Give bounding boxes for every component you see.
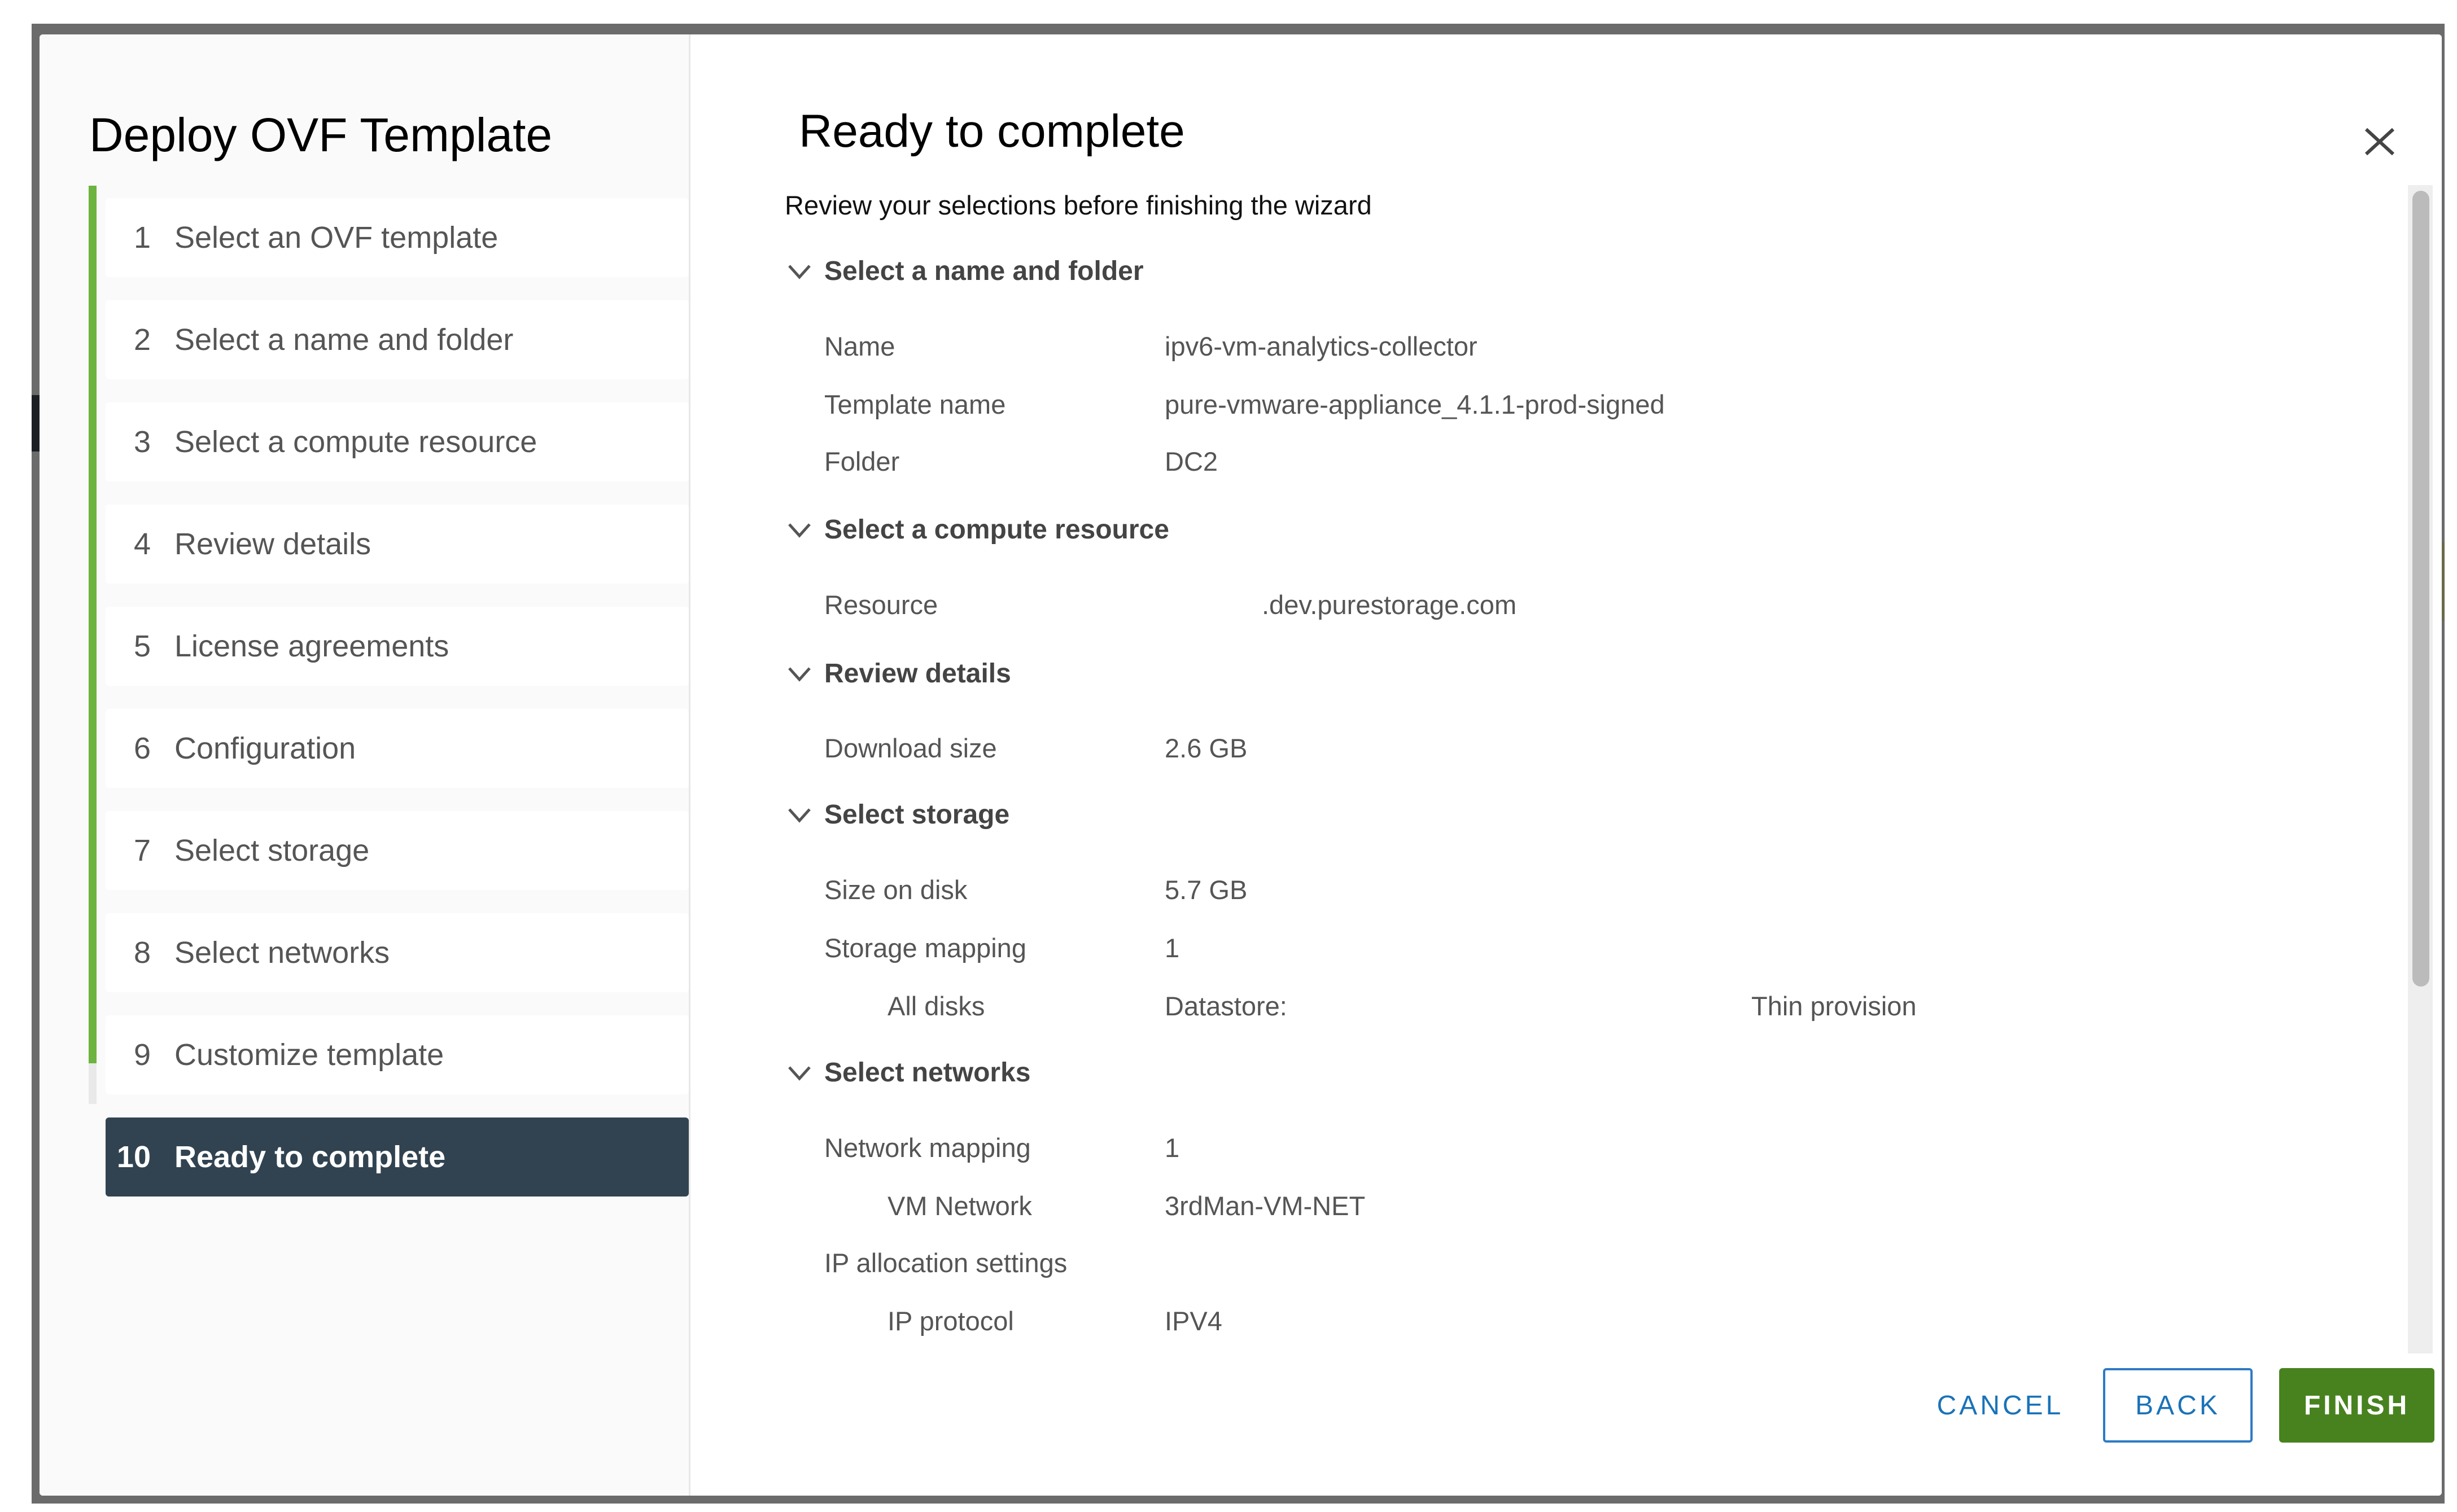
deploy-ovf-dialog: Deploy OVF Template 1 Select an OVF temp… xyxy=(40,34,2442,1496)
row-label: Storage mapping xyxy=(824,933,1026,963)
row-label: Resource xyxy=(824,590,938,620)
step-number: 5 xyxy=(133,629,151,663)
wizard-step-10[interactable]: 10 Ready to complete xyxy=(106,1117,689,1197)
section-title: Select a compute resource xyxy=(824,515,1169,545)
scrollbar[interactable] xyxy=(2408,185,2433,1353)
step-label: License agreements xyxy=(174,629,449,663)
wizard-step-2[interactable]: 2 Select a name and folder xyxy=(106,300,689,379)
step-number: 9 xyxy=(133,1038,151,1072)
section-compute-resource[interactable]: Select a compute resource xyxy=(785,514,1169,545)
row-value: ipv6-vm-analytics-collector xyxy=(1165,331,1477,361)
section-title: Select a name and folder xyxy=(824,256,1144,286)
close-icon xyxy=(2364,128,2395,156)
row-value: Datastore: xyxy=(1165,991,1287,1021)
row-label: Template name xyxy=(824,389,1006,419)
row-label: Size on disk xyxy=(824,875,968,905)
cancel-button[interactable]: CANCEL xyxy=(1927,1368,2074,1443)
wizard-step-4[interactable]: 4 Review details xyxy=(106,505,689,584)
section-select-storage[interactable]: Select storage xyxy=(785,799,1009,830)
step-label: Configuration xyxy=(174,731,356,765)
row-label: IP protocol xyxy=(888,1306,1014,1336)
wizard-step-8[interactable]: 8 Select networks xyxy=(106,913,689,992)
row-value: 1 xyxy=(1165,933,1180,963)
section-title: Select storage xyxy=(824,800,1010,830)
close-button[interactable] xyxy=(2363,125,2397,159)
section-title: Select networks xyxy=(824,1058,1031,1088)
wizard-content-panel: Ready to complete Review your selections… xyxy=(690,34,2442,1496)
wizard-steps-panel: Deploy OVF Template 1 Select an OVF temp… xyxy=(40,34,690,1496)
row-label: All disks xyxy=(888,991,985,1021)
row-value: .dev.purestorage.com xyxy=(1262,590,1517,620)
step-number: 6 xyxy=(133,731,151,765)
page-title: Ready to complete xyxy=(799,106,1185,157)
row-label: IP allocation settings xyxy=(824,1248,1068,1278)
section-title: Review details xyxy=(824,659,1011,689)
row-value: pure-vmware-appliance_4.1.1-prod-signed xyxy=(1165,389,1665,419)
row-label: Network mapping xyxy=(824,1133,1031,1163)
wizard-step-5[interactable]: 5 License agreements xyxy=(106,607,689,686)
step-number: 3 xyxy=(133,425,151,459)
wizard-step-9[interactable]: 9 Customize template xyxy=(106,1015,689,1094)
row-value: 1 xyxy=(1165,1133,1180,1163)
step-number: 2 xyxy=(133,323,151,357)
row-value: DC2 xyxy=(1165,446,1218,476)
finish-button[interactable]: FINISH xyxy=(2279,1368,2434,1443)
step-label: Review details xyxy=(174,527,371,561)
row-value: 3rdMan-VM-NET xyxy=(1165,1191,1366,1221)
wizard-step-7[interactable]: 7 Select storage xyxy=(106,811,689,890)
page-subtitle: Review your selections before finishing … xyxy=(785,190,1372,220)
step-label: Ready to complete xyxy=(174,1140,446,1174)
section-select-networks[interactable]: Select networks xyxy=(785,1057,1030,1088)
chevron-down-icon xyxy=(788,523,811,538)
row-label: Download size xyxy=(824,733,997,763)
step-label: Select a name and folder xyxy=(174,323,514,357)
wizard-title: Deploy OVF Template xyxy=(89,108,553,161)
step-label: Select networks xyxy=(174,936,390,970)
step-label: Select storage xyxy=(174,834,370,867)
wizard-step-6[interactable]: 6 Configuration xyxy=(106,709,689,788)
chevron-down-icon xyxy=(788,667,811,682)
progress-rail-completed xyxy=(89,186,97,1063)
row-value: 2.6 GB xyxy=(1165,733,1248,763)
row-value: IPV4 xyxy=(1165,1306,1222,1336)
chevron-down-icon xyxy=(788,808,811,823)
chevron-down-icon xyxy=(788,1066,811,1081)
section-name-folder[interactable]: Select a name and folder xyxy=(785,256,1144,287)
background-window-edge xyxy=(2442,542,2445,621)
row-value: 5.7 GB xyxy=(1165,875,1248,905)
scrollbar-thumb[interactable] xyxy=(2412,191,2429,987)
section-review-details[interactable]: Review details xyxy=(785,658,1011,689)
row-label: Name xyxy=(824,331,895,361)
wizard-step-1[interactable]: 1 Select an OVF template xyxy=(106,198,689,277)
background-window-edge xyxy=(32,395,40,452)
back-button[interactable]: BACK xyxy=(2103,1368,2253,1443)
step-number: 8 xyxy=(133,936,151,970)
step-number: 7 xyxy=(133,834,151,867)
step-label: Select a compute resource xyxy=(174,425,537,459)
chevron-down-icon xyxy=(788,264,811,279)
step-number: 4 xyxy=(133,527,151,561)
row-provisioning: Thin provision xyxy=(1751,991,1917,1021)
row-label: Folder xyxy=(824,446,900,476)
step-number: 10 xyxy=(116,1140,151,1174)
step-label: Customize template xyxy=(174,1038,444,1072)
wizard-step-3[interactable]: 3 Select a compute resource xyxy=(106,402,689,481)
step-label: Select an OVF template xyxy=(174,221,499,255)
row-label: VM Network xyxy=(888,1191,1032,1221)
step-number: 1 xyxy=(133,221,151,255)
